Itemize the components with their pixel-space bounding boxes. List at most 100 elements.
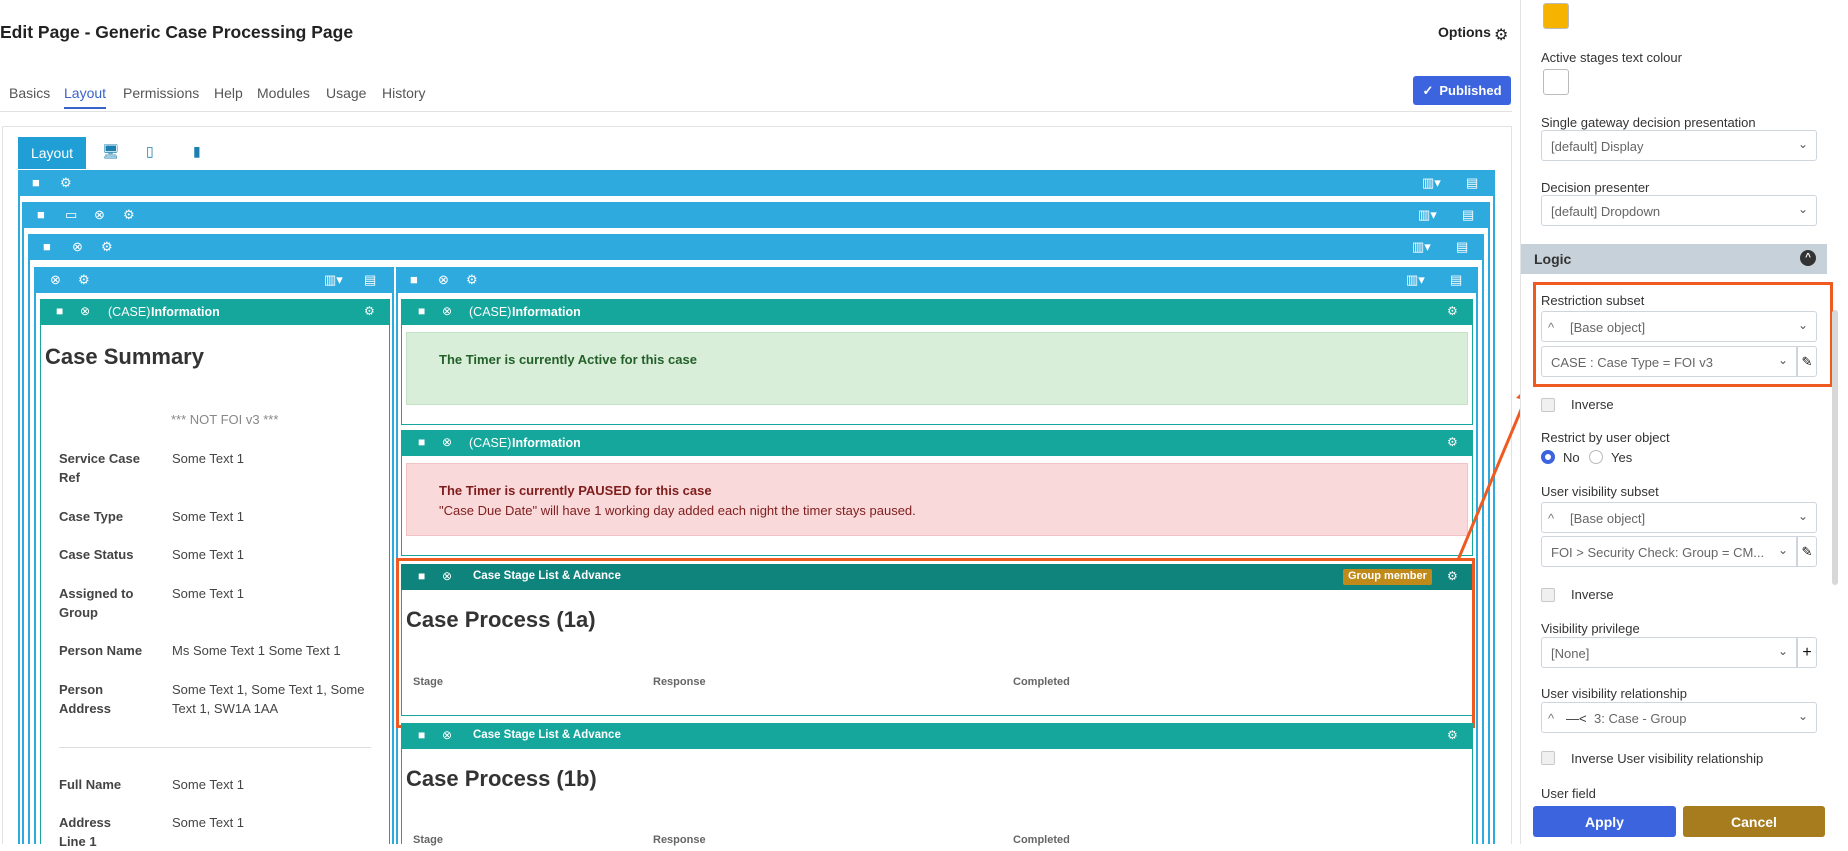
gear-icon[interactable]: ⚙ [364,304,375,318]
user-field-label: User field [1541,786,1596,801]
logic-section-header[interactable]: Logic ^ [1521,244,1827,274]
apply-button[interactable]: Apply [1533,806,1676,837]
tablet-icon[interactable]: ▯ [146,143,154,160]
widget-label: (CASE) [469,305,512,319]
close-circle-icon[interactable]: ⊗ [442,304,452,318]
columns-icon[interactable]: ▥▾ [1406,272,1425,288]
timer-active-text: The Timer is currently Active for this c… [439,352,697,367]
gear-icon[interactable]: ⚙ [1447,304,1458,318]
decision-presenter-select[interactable]: [default] Dropdown ⌄ [1541,195,1817,226]
restrict-by-user-label: Restrict by user object [1541,430,1670,445]
folder-icon[interactable]: ■ [32,175,40,190]
colour-swatch-active-stages-text[interactable] [1543,69,1569,95]
close-circle-icon[interactable]: ⊗ [72,239,83,255]
layout-view-tab[interactable]: Layout [18,137,86,169]
inverse-label-2: Inverse [1571,587,1614,602]
right-column-toolbar: ■ ⊗ ⚙ ▥▾ ▤ [396,267,1478,293]
field-label: Person Name [59,643,143,658]
user-visibility-subset-select[interactable]: ^ [Base object] ⌄ [1541,502,1817,533]
colour-swatch-active-stages-bg[interactable] [1543,3,1569,29]
highlight-box-widget [396,558,1475,728]
options-button[interactable]: Options [1438,24,1491,40]
container-toolbar-3: ■ ⊗ ⚙ ▥▾ ▤ [28,234,1484,260]
card-icon[interactable]: ▤ [1450,272,1462,288]
select-value: 3: Case - Group [1594,711,1687,726]
columns-icon[interactable]: ▥▾ [1422,175,1441,191]
tab-basics[interactable]: Basics [9,85,50,101]
radio-yes-label: Yes [1611,450,1633,465]
inverse-relationship-checkbox[interactable] [1541,751,1555,765]
tab-layout[interactable]: Layout [64,85,107,109]
gear-icon[interactable]: ⚙ [101,239,113,255]
timer-paused-title: The Timer is currently PAUSED for this c… [439,483,712,498]
folder-icon[interactable]: ■ [43,239,51,254]
card-icon[interactable]: ▤ [364,272,376,288]
close-circle-icon[interactable]: ⊗ [50,272,61,288]
gear-icon[interactable]: ⚙ [123,207,135,223]
card-icon[interactable]: ▤ [1456,239,1468,255]
folder-icon[interactable]: ■ [418,728,425,742]
folder-icon[interactable]: ■ [418,435,425,449]
tab-help[interactable]: Help [214,85,243,101]
columns-icon[interactable]: ▥▾ [324,272,343,288]
tab-history[interactable]: History [382,85,426,101]
case-stage-widget-1b-toolbar: ■ ⊗ Case Stage List & Advance ⚙ [401,723,1473,749]
tab-modules[interactable]: Modules [257,85,310,101]
gear-icon[interactable]: ⚙ [1447,728,1458,742]
visibility-privilege-select[interactable]: [None] ⌄ [1541,637,1797,668]
field-value: Some Text 1 [172,547,245,562]
gear-icon[interactable]: ⚙ [1494,25,1508,45]
published-button[interactable]: ✓ Published [1413,76,1511,105]
cancel-button[interactable]: Cancel [1683,806,1825,837]
not-foi-note: *** NOT FOI v3 *** [171,412,279,427]
active-stages-text-colour-label: Active stages text colour [1541,50,1682,65]
edit-pencil-icon[interactable]: ✎ [1797,536,1817,567]
inverse-checkbox-2[interactable] [1541,588,1555,602]
inverse-checkbox[interactable] [1541,398,1555,412]
tab-permissions[interactable]: Permissions [123,85,199,101]
mobile-icon[interactable]: ▮ [193,143,201,160]
chevron-up-icon[interactable]: ^ [1800,250,1816,266]
widget-title: Information [512,436,581,450]
field-label: Case Status [59,547,134,562]
columns-icon[interactable]: ▥▾ [1418,207,1437,223]
close-circle-icon[interactable]: ⊗ [94,207,105,223]
relationship-icon: —< [1566,711,1587,726]
folder-open-icon[interactable]: ▭ [65,207,77,223]
gear-icon[interactable]: ⚙ [78,272,90,288]
card-icon[interactable]: ▤ [1466,175,1478,191]
field-label: Case Type [59,509,124,524]
close-circle-icon[interactable]: ⊗ [442,435,452,449]
close-circle-icon[interactable]: ⊗ [442,728,452,742]
scrollbar[interactable] [1832,310,1838,585]
user-visibility-filter-select[interactable]: FOI > Security Check: Group = CM... ⌄ [1541,536,1797,567]
gear-icon[interactable]: ⚙ [60,175,72,191]
gear-icon[interactable]: ⚙ [466,272,478,288]
logic-header-label: Logic [1534,251,1572,267]
widget-label: (CASE) [108,305,151,319]
folder-icon[interactable]: ■ [37,207,45,222]
folder-icon[interactable]: ■ [418,304,425,318]
timer-active-alert [406,332,1468,405]
radio-no[interactable] [1541,450,1555,464]
desktop-icon[interactable]: 🖥 [102,143,120,160]
columns-icon[interactable]: ▥▾ [1412,239,1431,255]
add-icon[interactable]: + [1797,637,1817,668]
user-visibility-relationship-select[interactable]: ^ —< 3: Case - Group ⌄ [1541,702,1817,733]
close-circle-icon[interactable]: ⊗ [80,304,90,318]
radio-yes[interactable] [1589,450,1603,464]
select-value: [None] [1551,646,1590,661]
card-icon[interactable]: ▤ [1462,207,1474,223]
tab-usage[interactable]: Usage [326,85,366,101]
folder-icon[interactable]: ■ [410,272,418,287]
select-value: [default] Display [1551,139,1644,154]
case-summary-widget-toolbar: ■ ⊗ (CASE) Information ⚙ [40,299,390,325]
field-label: Address Line 1 [59,815,112,849]
field-value: Some Text 1 [172,509,245,524]
container-toolbar-1: ■ ⚙ ▥▾ ▤ [18,170,1495,196]
close-circle-icon[interactable]: ⊗ [438,272,449,288]
tabs-divider [0,111,1512,112]
single-gateway-select[interactable]: [default] Display ⌄ [1541,130,1817,161]
select-value: [Base object] [1570,511,1646,526]
folder-icon[interactable]: ■ [56,304,63,318]
